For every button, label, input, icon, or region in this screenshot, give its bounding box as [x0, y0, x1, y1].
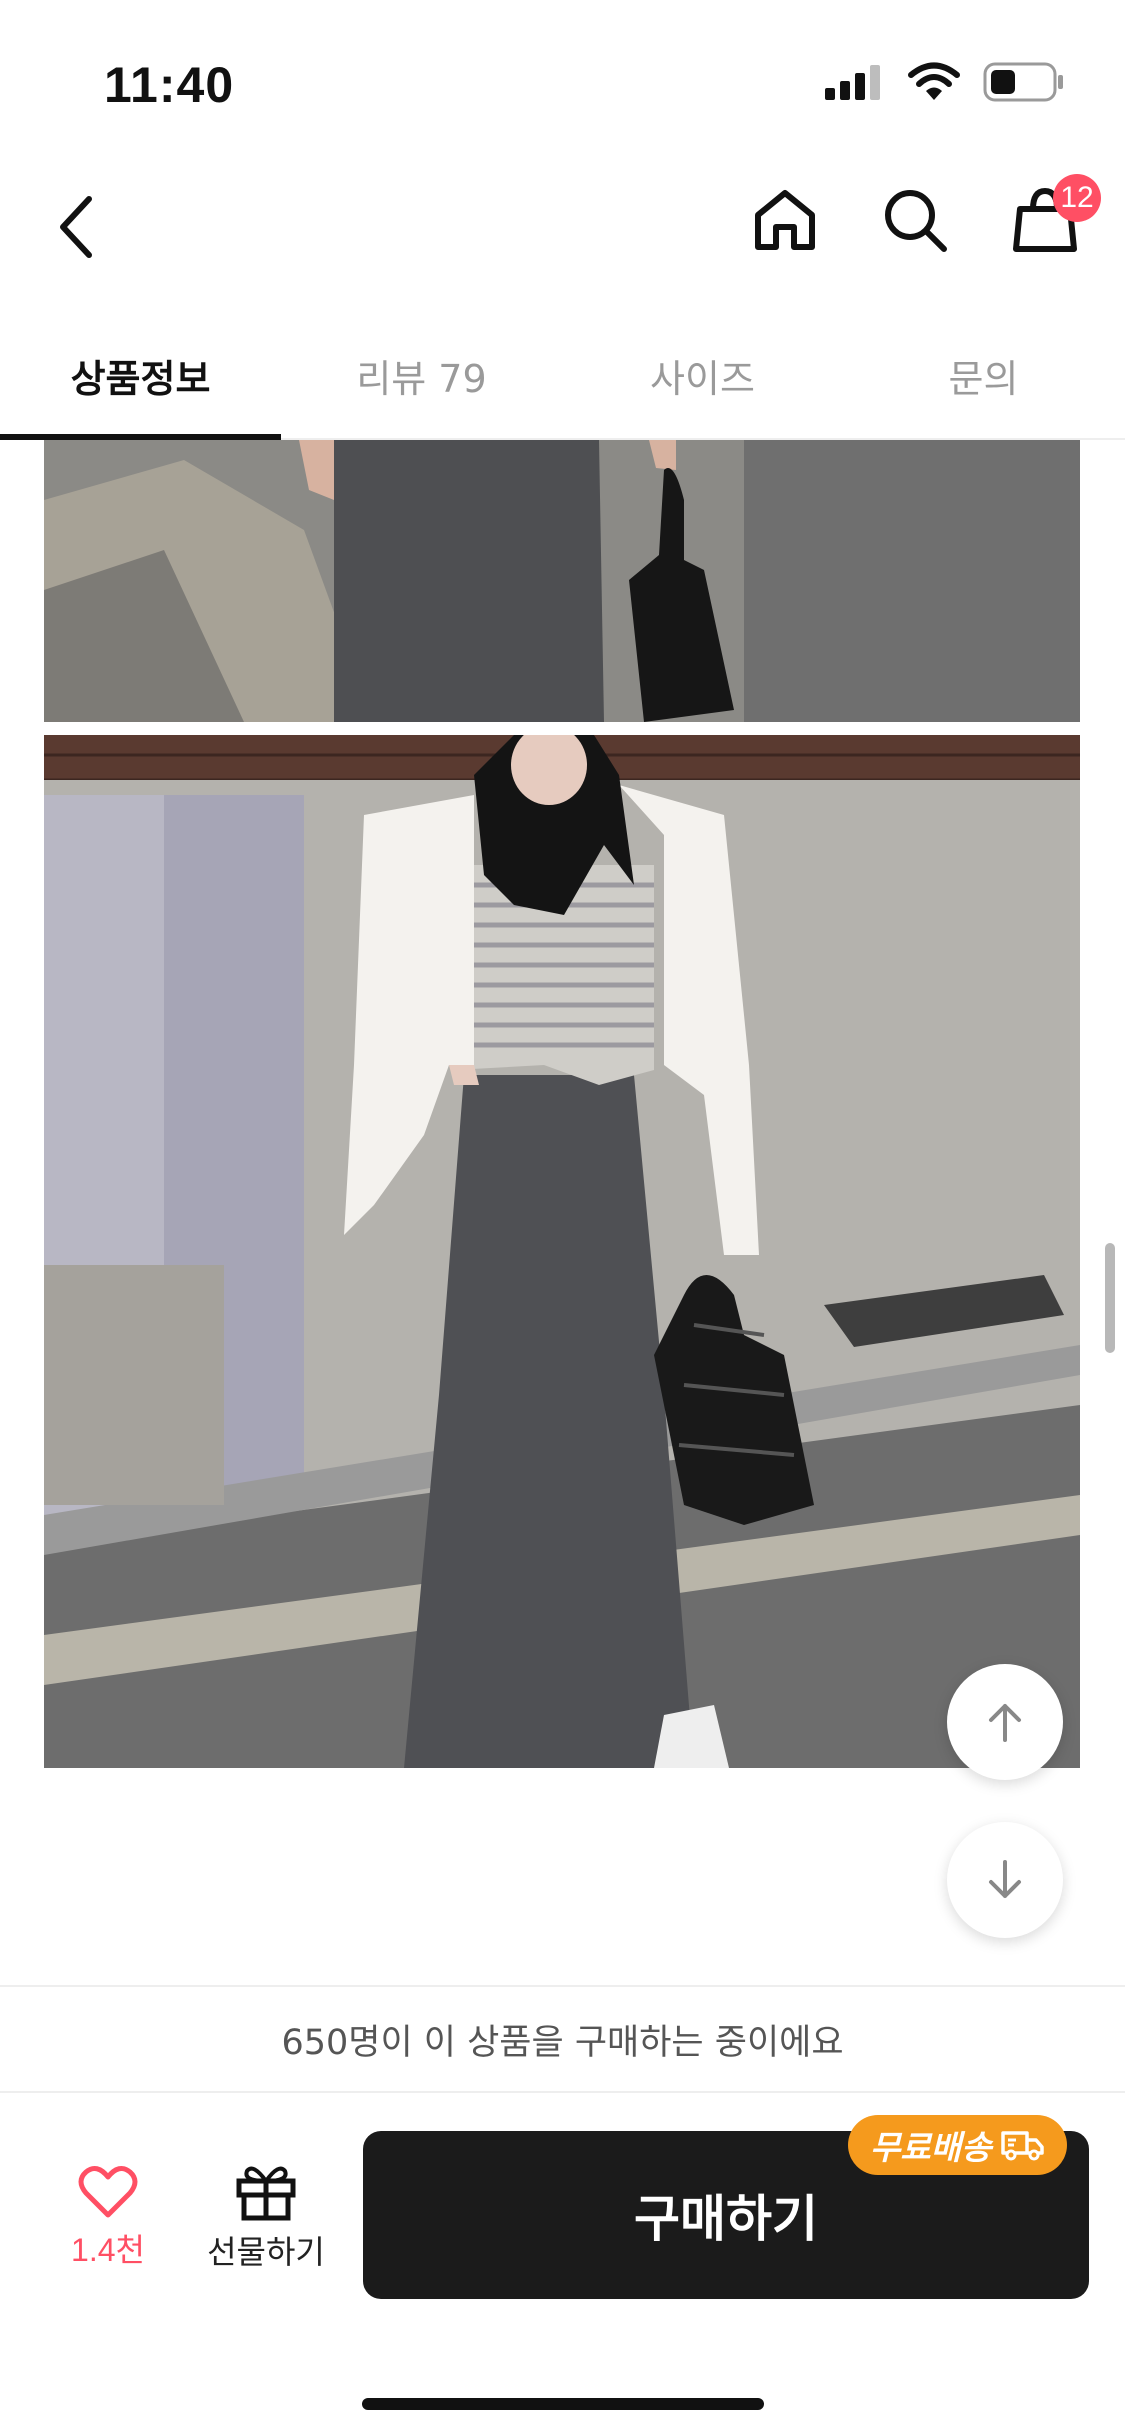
product-photo-main — [44, 735, 1080, 1768]
search-icon — [885, 190, 947, 252]
search-button[interactable] — [875, 180, 955, 260]
arrow-up-icon — [989, 1704, 1021, 1742]
cart-count-badge: 12 — [1053, 174, 1101, 222]
nav-actions: 12 — [745, 174, 1101, 260]
status-icons — [823, 62, 1065, 102]
home-icon — [755, 190, 815, 250]
product-photo-top — [44, 440, 1080, 722]
free-shipping-label: 무료배송 — [870, 2128, 992, 2167]
bottom-action-bar: 1.4천 선물하기 구매하기 무료배송 — [0, 2093, 1125, 2436]
free-shipping-badge: 무료배송 — [848, 2115, 1068, 2175]
tab-inquiry[interactable]: 문의 — [843, 315, 1124, 435]
chevron-left-icon — [60, 196, 92, 258]
product-tabs: 상품정보 리뷰 79 사이즈 문의 — [0, 315, 1125, 440]
scroll-to-top-button[interactable] — [947, 1664, 1063, 1780]
cellular-signal-icon — [825, 65, 880, 100]
home-indicator — [362, 2398, 764, 2410]
gift-label: 선물하기 — [207, 2233, 325, 2271]
scroll-to-bottom-button[interactable] — [947, 1822, 1063, 1938]
tab-size[interactable]: 사이즈 — [562, 315, 843, 435]
heart-icon — [78, 2165, 138, 2218]
gift-icon — [236, 2166, 296, 2221]
arrow-down-icon — [989, 1860, 1021, 1898]
scroll-indicator[interactable] — [1105, 1243, 1115, 1353]
cart-button[interactable]: 12 — [1005, 174, 1101, 260]
gift-button[interactable]: 선물하기 — [196, 2161, 336, 2273]
battery-icon — [983, 62, 1063, 102]
tab-product-info[interactable]: 상품정보 — [0, 315, 281, 440]
top-nav-bar: 12 — [0, 160, 1125, 290]
like-button[interactable]: 1.4천 — [48, 2165, 168, 2271]
delivery-truck-icon — [1001, 2131, 1045, 2161]
back-button[interactable] — [40, 182, 110, 272]
status-time: 11:40 — [104, 57, 235, 113]
home-button[interactable] — [745, 180, 825, 260]
wifi-icon — [908, 62, 960, 100]
status-bar: 11:40 — [0, 0, 1125, 140]
like-count: 1.4천 — [71, 2232, 145, 2268]
buying-now-banner: 650명이 이 상품을 구매하는 중이에요 — [0, 1985, 1125, 2093]
tab-reviews[interactable]: 리뷰 79 — [281, 315, 562, 435]
